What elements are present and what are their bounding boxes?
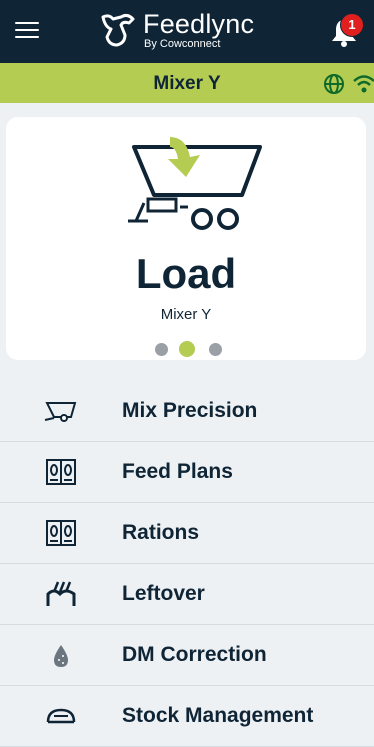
pager-dot[interactable] (155, 343, 168, 356)
menu-item-leftover[interactable]: Leftover (0, 564, 374, 625)
menu-item-stock-management[interactable]: Stock Management (0, 686, 374, 747)
book-icon (46, 459, 76, 485)
app-logo: Feedlync By Cowconnect (99, 9, 279, 55)
card-subtitle: Mixer Y (160, 306, 212, 323)
logo-subtitle: By Cowconnect (144, 38, 221, 50)
menu-item-dm-correction[interactable]: DM Correction (0, 625, 374, 686)
top-app-bar: Feedlync By Cowconnect 1 (0, 0, 374, 63)
menu-item-label: Mix Precision (122, 399, 258, 422)
pager-dot[interactable] (209, 343, 222, 356)
menu-item-label: Stock Management (122, 704, 314, 727)
carousel-pager (155, 341, 222, 357)
mixer-title: Mixer Y (153, 73, 221, 94)
mixer-status-bar: Mixer Y (0, 63, 374, 103)
notification-badge: 1 (340, 13, 364, 37)
card-title: Load (135, 250, 237, 297)
menu-icon[interactable] (15, 22, 39, 40)
menu-item-rations[interactable]: Rations (0, 503, 374, 564)
stock-icon (46, 708, 76, 724)
menu-item-label: Rations (122, 521, 200, 544)
leftover-icon (46, 581, 76, 606)
menu-item-mix-precision[interactable]: Mix Precision (0, 381, 374, 442)
mixer-icon (44, 402, 77, 422)
drop-icon (54, 645, 68, 667)
mixer-status-card[interactable]: Load Mixer Y (6, 117, 366, 360)
globe-icon (324, 74, 344, 94)
menu-item-label: Feed Plans (122, 460, 233, 483)
logo-title: Feedlync (143, 9, 255, 39)
main-menu: Mix Precision Feed Plans Rations Leftove… (0, 381, 374, 747)
mixer-load-icon (128, 137, 262, 230)
wifi-icon (353, 75, 374, 93)
book-icon (46, 520, 76, 546)
menu-item-label: DM Correction (122, 643, 267, 666)
pager-dot-active[interactable] (179, 341, 195, 357)
menu-item-label: Leftover (122, 582, 205, 605)
cow-logo-icon (101, 13, 135, 47)
menu-item-feed-plans[interactable]: Feed Plans (0, 442, 374, 503)
